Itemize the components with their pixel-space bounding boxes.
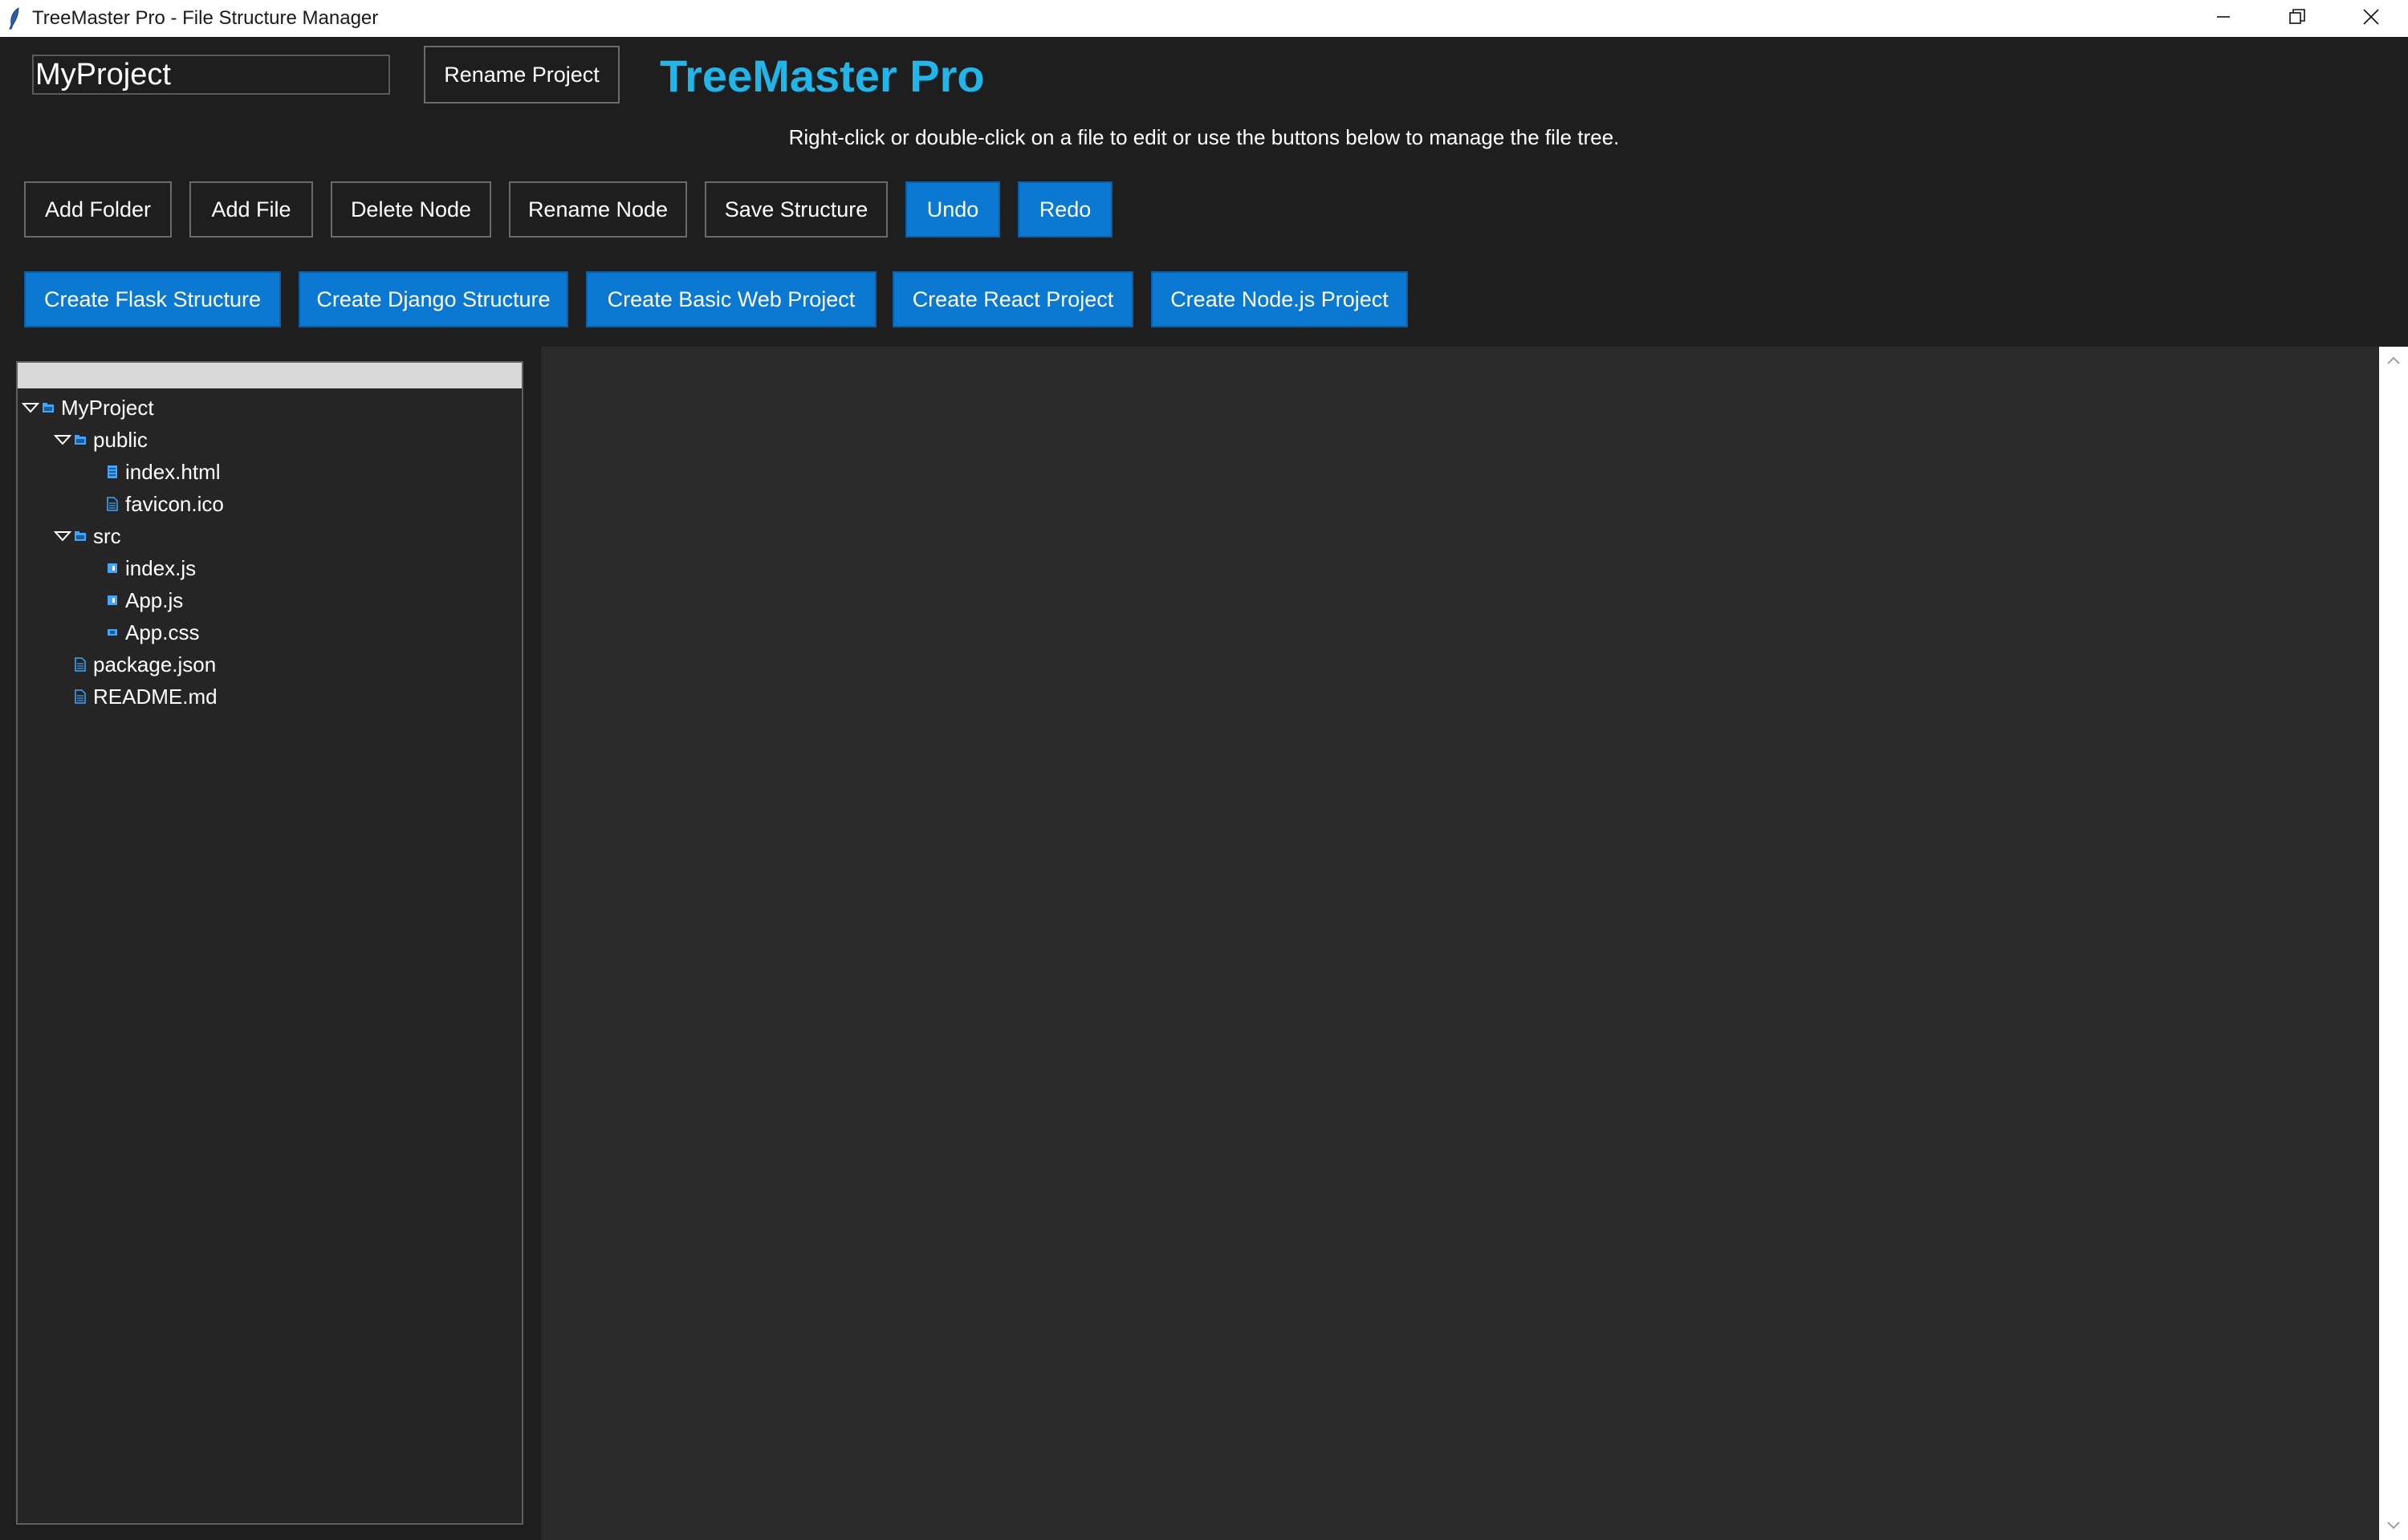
editor-scrollbar[interactable] (2379, 347, 2408, 1540)
folder-icon (42, 400, 55, 416)
app-window: TreeMaster Pro - File Structure Manager (0, 0, 2408, 1540)
tree-item-app-css[interactable]: App.css (106, 616, 200, 648)
feather-icon (8, 6, 24, 30)
tree-item-index-html[interactable]: index.html (106, 456, 221, 488)
window-controls (2186, 0, 2408, 37)
scroll-down-icon[interactable] (2379, 1514, 2408, 1538)
minimize-button[interactable] (2186, 0, 2260, 37)
file-editor-area[interactable] (541, 347, 2379, 1540)
create-django-structure-button[interactable]: Create Django Structure (299, 271, 568, 327)
folder-icon (74, 432, 87, 448)
close-button[interactable] (2334, 0, 2408, 37)
create-basic-web-project-button[interactable]: Create Basic Web Project (586, 271, 877, 327)
redo-button[interactable]: Redo (1018, 181, 1112, 238)
minimize-icon (2215, 9, 2231, 29)
tree-item-label: favicon.ico (125, 491, 224, 516)
tree-item-public[interactable]: public (51, 424, 148, 456)
file-icon (74, 656, 87, 672)
tree-item-label: README.md (93, 684, 218, 709)
project-name-input[interactable] (32, 55, 390, 95)
file-tree-panel[interactable]: MyProject public index.html favicon.ico (16, 361, 523, 1525)
delete-node-button[interactable]: Delete Node (331, 181, 491, 238)
tree-item-label: public (93, 427, 148, 452)
tree-item-app-js[interactable]: App.js (106, 584, 183, 616)
tree-item-label: App.css (125, 620, 200, 644)
instructions-label: Right-click or double-click on a file to… (788, 125, 1620, 149)
add-folder-button[interactable]: Add Folder (24, 181, 172, 238)
chevron-down-icon[interactable] (19, 392, 42, 424)
title-bar: TreeMaster Pro - File Structure Manager (0, 0, 2408, 37)
file-icon (74, 689, 87, 705)
file-icon (106, 496, 119, 512)
tree-item-favicon-ico[interactable]: favicon.ico (106, 488, 224, 520)
js-file-icon (106, 560, 119, 576)
html-file-icon (106, 464, 119, 480)
chevron-down-icon[interactable] (51, 424, 74, 456)
app-brand-title: TreeMaster Pro (660, 50, 985, 101)
js-file-icon (106, 592, 119, 608)
tree-item-myproject[interactable]: MyProject (19, 392, 154, 424)
instructions-text: Right-click or double-click on a file to… (0, 125, 2408, 150)
tree-item-index-js[interactable]: index.js (106, 552, 196, 584)
rename-project-button[interactable]: Rename Project (424, 46, 620, 104)
tree-item-label: package.json (93, 652, 217, 677)
add-file-button[interactable]: Add File (189, 181, 313, 238)
create-react-project-button[interactable]: Create React Project (893, 271, 1133, 327)
tree-item-label: index.js (125, 555, 197, 580)
create-flask-structure-button[interactable]: Create Flask Structure (24, 271, 281, 327)
tree-item-src[interactable]: src (51, 520, 121, 552)
create-nodejs-project-button[interactable]: Create Node.js Project (1151, 271, 1408, 327)
tree-item-label: index.html (125, 459, 221, 484)
save-structure-button[interactable]: Save Structure (705, 181, 888, 238)
tree-item-label: App.js (125, 587, 184, 612)
tree-column-header[interactable] (18, 363, 522, 388)
scroll-up-icon[interactable] (2379, 348, 2408, 372)
tree-item-label: src (93, 523, 121, 548)
close-icon (2362, 8, 2380, 30)
tree-item-package-json[interactable]: package.json (74, 648, 216, 681)
restore-button[interactable] (2260, 0, 2334, 37)
chevron-down-icon[interactable] (51, 520, 74, 552)
tree-item-readme-md[interactable]: README.md (74, 681, 218, 713)
folder-icon (74, 528, 87, 544)
window-title: TreeMaster Pro - File Structure Manager (32, 7, 379, 29)
undo-button[interactable]: Undo (905, 181, 1000, 238)
tree-item-label: MyProject (61, 395, 154, 420)
rename-node-button[interactable]: Rename Node (509, 181, 687, 238)
restore-icon (2288, 8, 2306, 30)
css-file-icon (106, 624, 119, 640)
